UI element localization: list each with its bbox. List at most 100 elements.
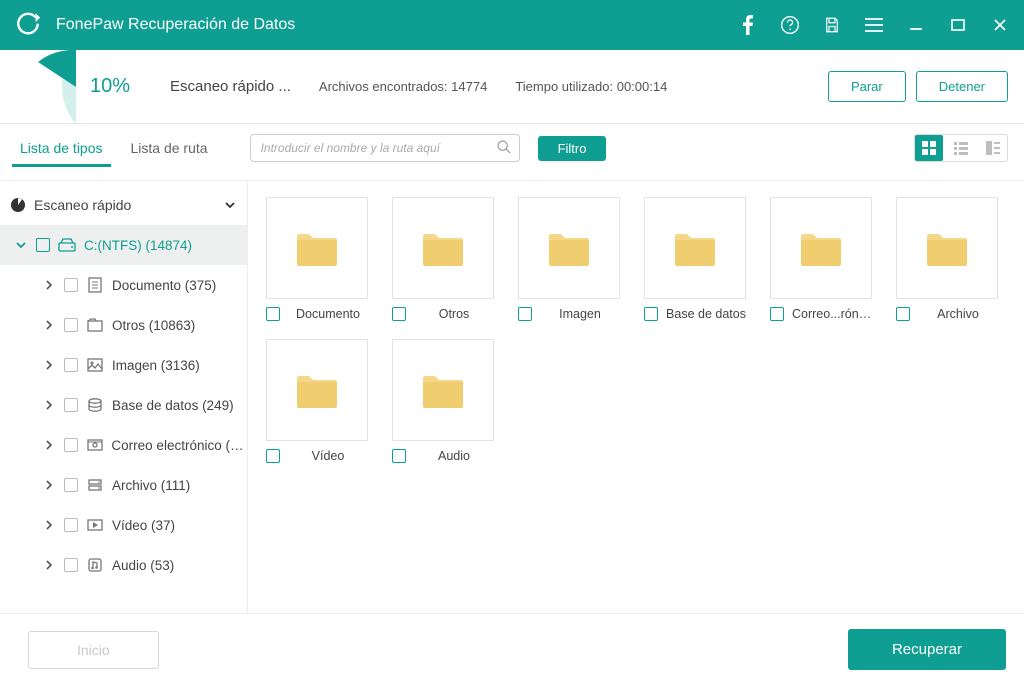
filter-button[interactable]: Filtro <box>538 136 607 161</box>
checkbox[interactable] <box>64 518 78 532</box>
save-icon[interactable] <box>822 15 842 35</box>
folder-name: Imagen <box>540 307 620 321</box>
pause-button[interactable]: Parar <box>828 71 906 102</box>
checkbox[interactable] <box>36 238 50 252</box>
view-list-icon[interactable] <box>947 135 975 161</box>
search-input[interactable] <box>250 134 520 162</box>
close-icon[interactable] <box>990 15 1010 35</box>
tree-item-label: Imagen (3136) <box>112 358 200 373</box>
tree-item[interactable]: Vídeo (37) <box>0 505 247 545</box>
tree-item[interactable]: Correo electrónico (50) <box>0 425 247 465</box>
chevron-down-icon[interactable] <box>223 198 237 212</box>
folder-card[interactable]: Otros <box>392 197 494 321</box>
app-logo <box>14 11 42 39</box>
footer: Inicio Recuperar <box>0 613 1024 685</box>
chevron-right-icon[interactable] <box>42 478 56 492</box>
folder-card[interactable]: Correo...rónico <box>770 197 872 321</box>
minimize-icon[interactable] <box>906 15 926 35</box>
folder-thumb <box>770 197 872 299</box>
tree-drive-label: C:(NTFS) (14874) <box>84 238 192 253</box>
progress-arc <box>16 50 86 124</box>
document-icon <box>86 276 104 294</box>
chevron-right-icon[interactable] <box>42 358 56 372</box>
checkbox[interactable] <box>518 307 532 321</box>
chevron-right-icon[interactable] <box>42 398 56 412</box>
checkbox[interactable] <box>64 438 78 452</box>
tree-item-label: Audio (53) <box>112 558 174 573</box>
chevron-right-icon[interactable] <box>42 438 56 452</box>
checkbox[interactable] <box>64 478 78 492</box>
search-icon[interactable] <box>496 139 512 155</box>
tab-paths[interactable]: Lista de ruta <box>117 130 222 166</box>
scan-mode-label: Escaneo rápido ... <box>170 78 291 95</box>
checkbox[interactable] <box>392 307 406 321</box>
checkbox[interactable] <box>64 278 78 292</box>
audio-icon <box>86 556 104 574</box>
tree-item[interactable]: Otros (10863) <box>0 305 247 345</box>
checkbox[interactable] <box>644 307 658 321</box>
folder-thumb <box>392 197 494 299</box>
checkbox[interactable] <box>64 558 78 572</box>
home-button[interactable]: Inicio <box>28 631 159 669</box>
sidebar-tabs: Lista de tipos Lista de ruta <box>6 130 222 166</box>
toolbar: Lista de tipos Lista de ruta Filtro <box>0 124 1024 180</box>
database-icon <box>86 396 104 414</box>
tree-item-label: Base de datos (249) <box>112 398 234 413</box>
checkbox[interactable] <box>266 307 280 321</box>
folder-card[interactable]: Imagen <box>518 197 620 321</box>
view-grid-icon[interactable] <box>915 135 943 161</box>
tree-item[interactable]: Archivo (111) <box>0 465 247 505</box>
image-icon <box>86 356 104 374</box>
feedback-icon[interactable] <box>780 15 800 35</box>
app-title: FonePaw Recuperación de Datos <box>56 16 738 34</box>
folder-icon <box>86 316 104 334</box>
tree-item-label: Archivo (111) <box>112 478 190 493</box>
sidebar-tree: Escaneo rápido C:(NTFS) (14874) Document… <box>0 181 248 613</box>
checkbox[interactable] <box>64 318 78 332</box>
progress-bar: 10% Escaneo rápido ... Archivos encontra… <box>0 50 1024 124</box>
checkbox[interactable] <box>770 307 784 321</box>
folder-card[interactable]: Vídeo <box>266 339 368 463</box>
chevron-right-icon[interactable] <box>42 318 56 332</box>
chevron-right-icon[interactable] <box>42 558 56 572</box>
folder-thumb <box>266 339 368 441</box>
folder-thumb <box>896 197 998 299</box>
folder-card[interactable]: Documento <box>266 197 368 321</box>
chevron-down-icon[interactable] <box>14 238 28 252</box>
tree-root-label: Escaneo rápido <box>34 197 131 213</box>
files-found-label: Archivos encontrados: 14774 <box>319 79 487 94</box>
tab-types[interactable]: Lista de tipos <box>6 130 117 166</box>
tree-item[interactable]: Documento (375) <box>0 265 247 305</box>
checkbox[interactable] <box>64 358 78 372</box>
checkbox[interactable] <box>896 307 910 321</box>
maximize-icon[interactable] <box>948 15 968 35</box>
content-area: Documento Otros Imagen Base de datos Correo.… <box>248 181 1024 613</box>
tree-root-quickscan[interactable]: Escaneo rápido <box>0 185 247 225</box>
recover-button[interactable]: Recuperar <box>848 629 1006 670</box>
tree-item[interactable]: Imagen (3136) <box>0 345 247 385</box>
folder-thumb <box>518 197 620 299</box>
chevron-right-icon[interactable] <box>42 278 56 292</box>
tree-item[interactable]: Audio (53) <box>0 545 247 585</box>
folder-name: Base de datos <box>666 307 746 321</box>
drive-icon <box>58 236 76 254</box>
folder-name: Otros <box>414 307 494 321</box>
progress-percent: 10% <box>90 75 170 98</box>
tree-item[interactable]: Base de datos (249) <box>0 385 247 425</box>
checkbox[interactable] <box>266 449 280 463</box>
tree-drive-c[interactable]: C:(NTFS) (14874) <box>0 225 247 265</box>
checkbox[interactable] <box>64 398 78 412</box>
view-detail-icon[interactable] <box>979 135 1007 161</box>
facebook-icon[interactable] <box>738 15 758 35</box>
menu-icon[interactable] <box>864 15 884 35</box>
folder-thumb <box>266 197 368 299</box>
folder-thumb <box>392 339 494 441</box>
chevron-right-icon[interactable] <box>42 518 56 532</box>
folder-card[interactable]: Archivo <box>896 197 998 321</box>
folder-card[interactable]: Base de datos <box>644 197 746 321</box>
folder-card[interactable]: Audio <box>392 339 494 463</box>
folder-name: Correo...rónico <box>792 307 872 321</box>
checkbox[interactable] <box>392 449 406 463</box>
pie-icon <box>10 197 26 213</box>
stop-button[interactable]: Detener <box>916 71 1008 102</box>
